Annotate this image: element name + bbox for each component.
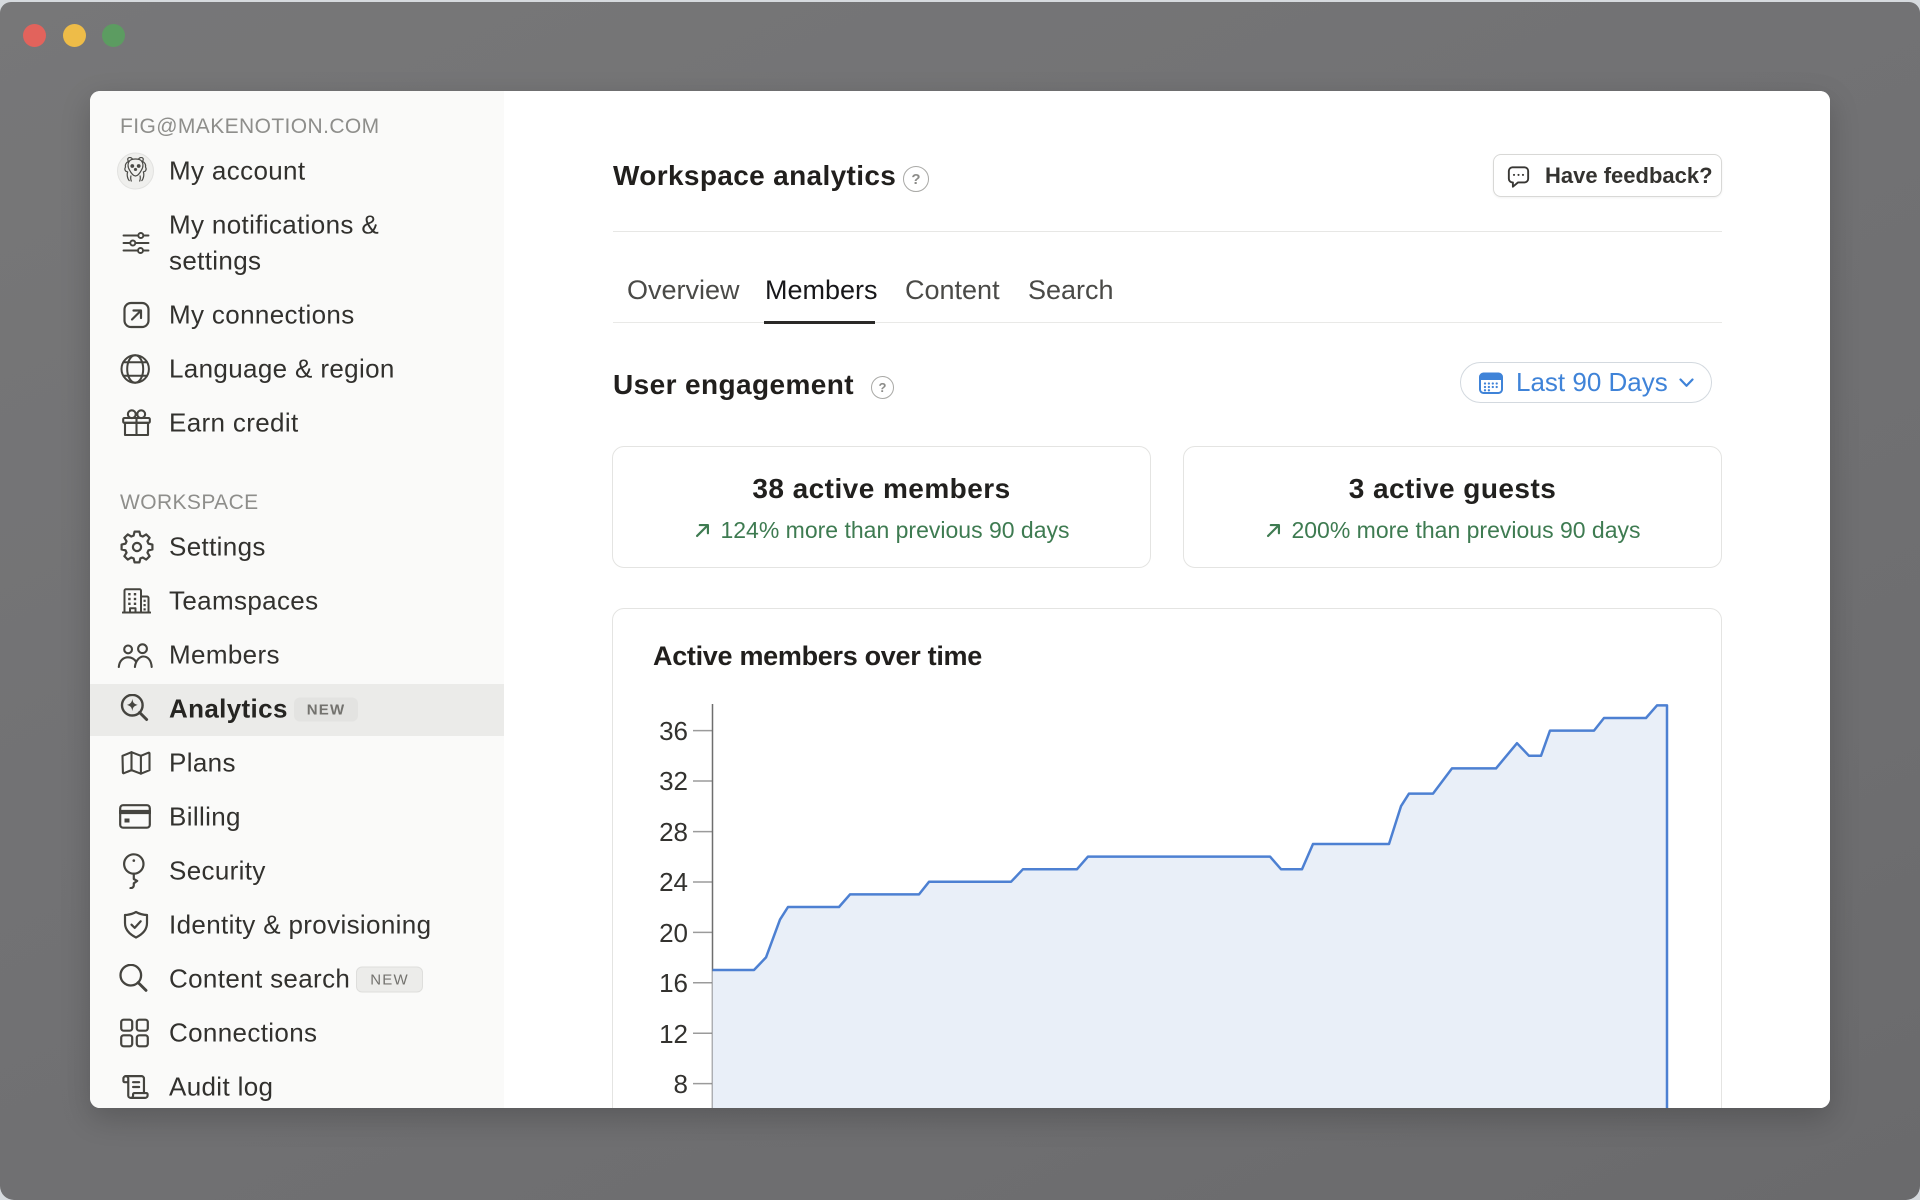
svg-text:12: 12 (659, 1019, 688, 1049)
svg-text:24: 24 (659, 867, 688, 897)
svg-text:16: 16 (659, 968, 688, 998)
svg-text:20: 20 (659, 918, 688, 948)
svg-text:36: 36 (659, 716, 688, 746)
svg-text:32: 32 (659, 766, 688, 796)
svg-text:28: 28 (659, 817, 688, 847)
svg-text:8: 8 (674, 1069, 688, 1099)
